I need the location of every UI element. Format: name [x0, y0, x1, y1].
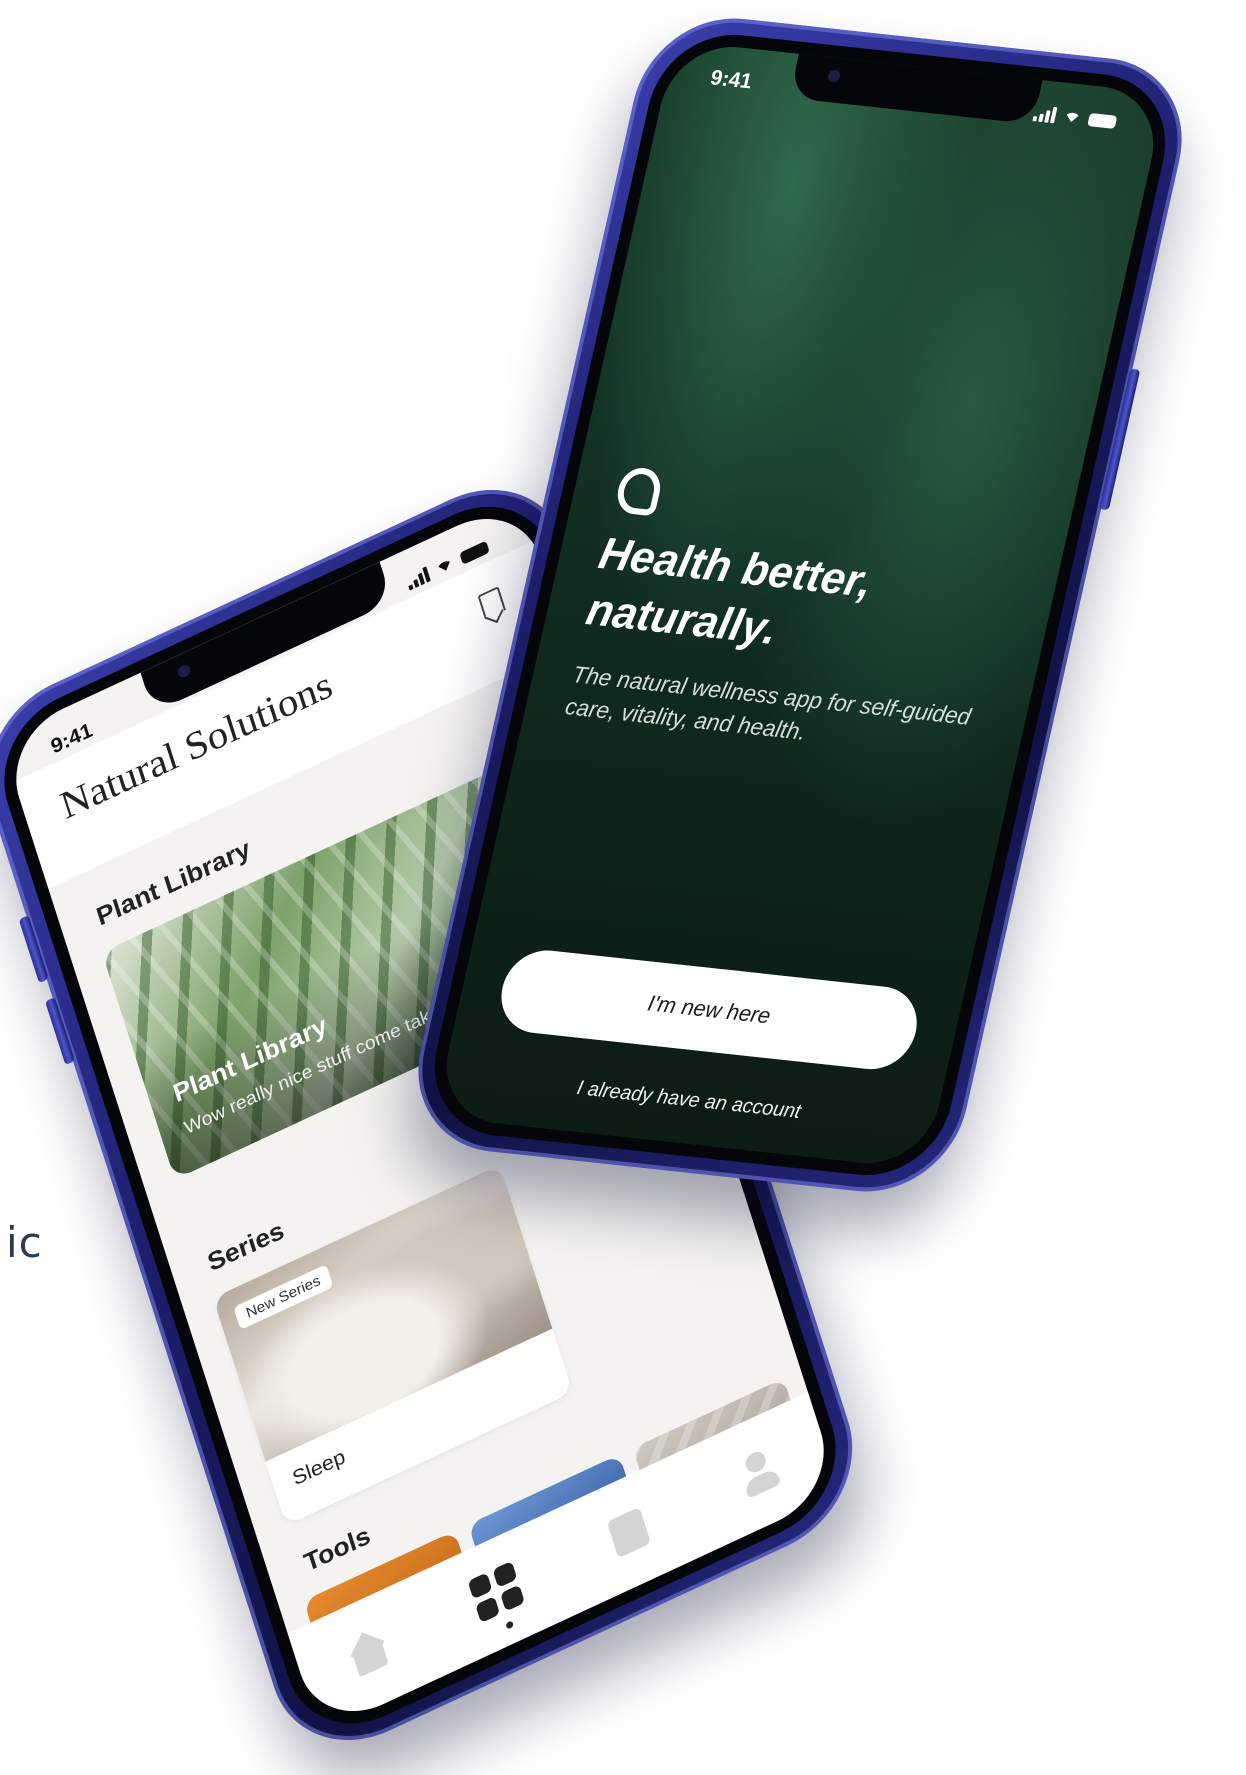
tab-explore[interactable]	[467, 1559, 530, 1630]
series-card-label: Sleep	[289, 1445, 348, 1491]
background-text-fragment: ic	[6, 1218, 43, 1267]
series-card-sleep[interactable]: New Series Sleep	[212, 1164, 573, 1526]
new-user-button[interactable]: I'm new here	[493, 946, 925, 1074]
signal-icon	[1032, 105, 1058, 124]
hero-title: Health better, naturally.	[581, 528, 878, 655]
battery-icon	[459, 540, 490, 565]
volume-down-button	[45, 997, 76, 1066]
grid-icon	[467, 1560, 526, 1624]
new-series-badge: New Series	[233, 1264, 334, 1330]
signal-icon	[405, 566, 431, 591]
tools-heading: Tools	[300, 1520, 374, 1578]
series-image: New Series	[212, 1164, 553, 1462]
active-tab-indicator	[505, 1620, 515, 1630]
app-logo-icon	[613, 465, 665, 517]
tab-journal[interactable]	[598, 1499, 660, 1567]
bookmark-icon[interactable]	[477, 586, 507, 620]
status-time: 9:41	[708, 66, 755, 94]
journal-icon	[606, 1506, 651, 1559]
wifi-icon	[1060, 104, 1085, 130]
home-icon[interactable]	[338, 1619, 400, 1687]
profile-icon[interactable]	[728, 1438, 790, 1506]
phone-front: 9:41 Health better, naturally. The natur…	[400, 9, 1200, 1201]
battery-icon	[1087, 112, 1118, 129]
volume-up-button	[18, 915, 49, 984]
status-icons	[1031, 101, 1118, 134]
wifi-icon	[432, 551, 458, 582]
